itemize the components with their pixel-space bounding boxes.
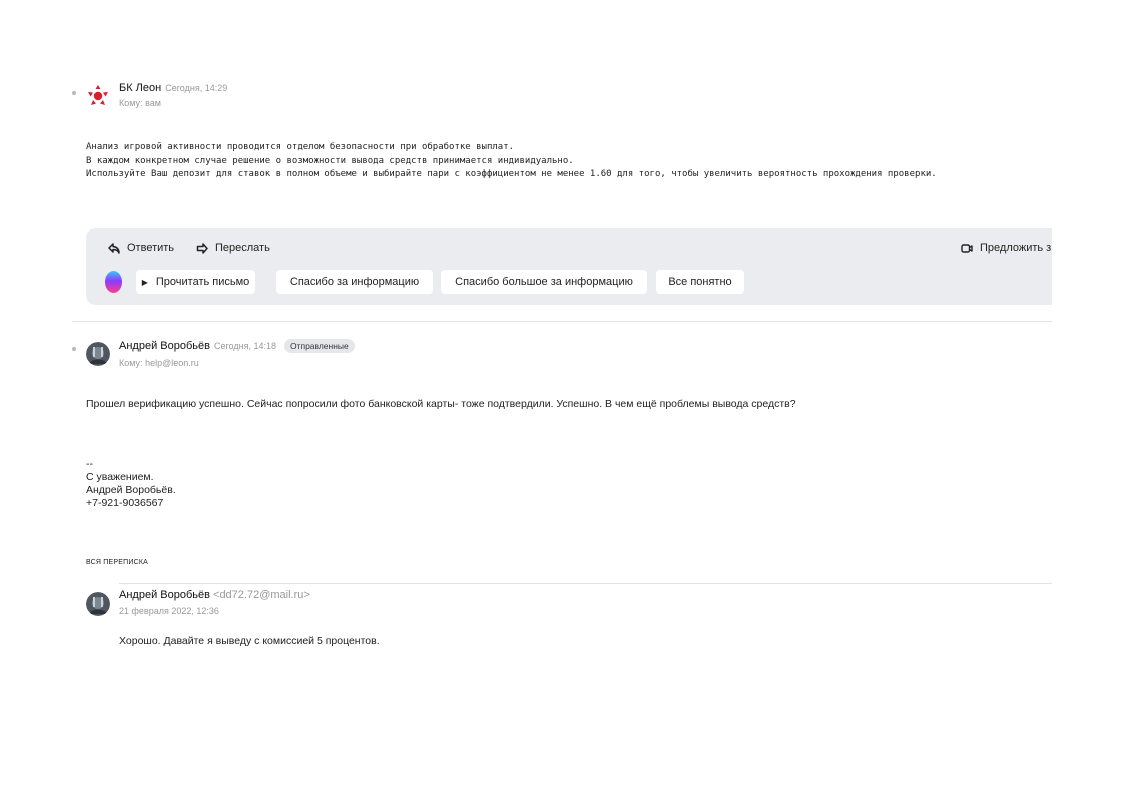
sender-avatar-leon[interactable] (86, 84, 110, 108)
message-header: Андрей Воробьёв Сегодня, 14:18 Отправленн… (119, 339, 355, 353)
sender-name[interactable]: БК Леон (119, 82, 161, 94)
quick-reply-chip[interactable]: Все понятно (656, 270, 744, 294)
suggest-button[interactable]: Предложить з (961, 242, 1051, 254)
message-time: Сегодня, 14:29 (165, 83, 228, 93)
folder-badge[interactable]: Отправленные (283, 339, 355, 353)
thread-date: 21 февраля 2022, 12:36 (119, 606, 219, 616)
avatar-photo-icon (86, 592, 110, 616)
to-value: вам (145, 98, 161, 108)
thread-body: Хорошо. Давайте я выведу с комиссией 5 п… (119, 635, 380, 647)
forward-icon (196, 242, 208, 254)
recipient-line: Кому: вам (119, 98, 161, 108)
leon-logo-icon (86, 84, 110, 108)
thread-header: Андрей Воробьёв <dd72.72@mail.ru> (119, 589, 310, 601)
message-body: Анализ игровой активности проводится отд… (86, 141, 937, 182)
signature-line: С уважением. (86, 471, 154, 483)
sender-avatar[interactable] (86, 342, 110, 366)
message-time: Сегодня, 14:18 (213, 341, 276, 351)
thread-sender-avatar[interactable] (86, 592, 110, 616)
signature: -- С уважением. Андрей Воробьёв. +7-921-… (86, 458, 176, 510)
signature-line: +7-921-9036567 (86, 497, 164, 509)
message-body: Прошел верификацию успешно. Сейчас попро… (86, 398, 796, 410)
unread-dot (72, 91, 76, 95)
reply-label: Ответить (127, 242, 175, 254)
quick-reply-chip[interactable]: Спасибо за информацию (276, 270, 433, 294)
suggest-label: Предложить з (980, 242, 1052, 254)
quick-reply-chip[interactable]: Спасибо большое за информацию (441, 270, 647, 294)
signature-line: Андрей Воробьёв. (86, 484, 176, 496)
play-icon: ▶ (141, 277, 148, 287)
body-line: В каждом конкретном случае решение о воз… (86, 155, 574, 166)
recipient-line: Кому: help@leon.ru (119, 358, 199, 368)
reply-button[interactable]: Ответить (108, 242, 174, 254)
sender-name[interactable]: Андрей Воробьёв (119, 340, 210, 352)
assistant-orb-icon[interactable] (104, 270, 123, 294)
to-label: Кому: (119, 358, 143, 368)
signature-line: -- (86, 458, 93, 470)
read-aloud-label: Прочитать письмо (155, 276, 250, 288)
suggest-meeting-icon (961, 243, 973, 253)
message-header: БК Леон Сегодня, 14:29 (119, 82, 227, 94)
message-divider (72, 321, 1052, 322)
read-aloud-button[interactable]: ▶ Прочитать письмо (136, 270, 255, 294)
body-line: Используйте Ваш депозит для ставок в пол… (86, 169, 937, 179)
to-label: Кому: (119, 98, 143, 108)
body-line: Анализ игровой активности проводится отд… (86, 142, 515, 152)
avatar-photo-icon (86, 342, 110, 366)
forward-button[interactable]: Переслать (196, 242, 270, 254)
thread-divider (119, 583, 1052, 584)
reply-icon (108, 242, 120, 254)
to-value[interactable]: help@leon.ru (145, 358, 199, 368)
thread-sender-name[interactable]: Андрей Воробьёв (119, 589, 210, 601)
thread-label[interactable]: ВСЯ ПЕРЕПИСКА (86, 559, 148, 566)
thread-sender-email: <dd72.72@mail.ru> (213, 589, 310, 601)
read-dot (72, 347, 76, 351)
forward-label: Переслать (215, 242, 270, 254)
